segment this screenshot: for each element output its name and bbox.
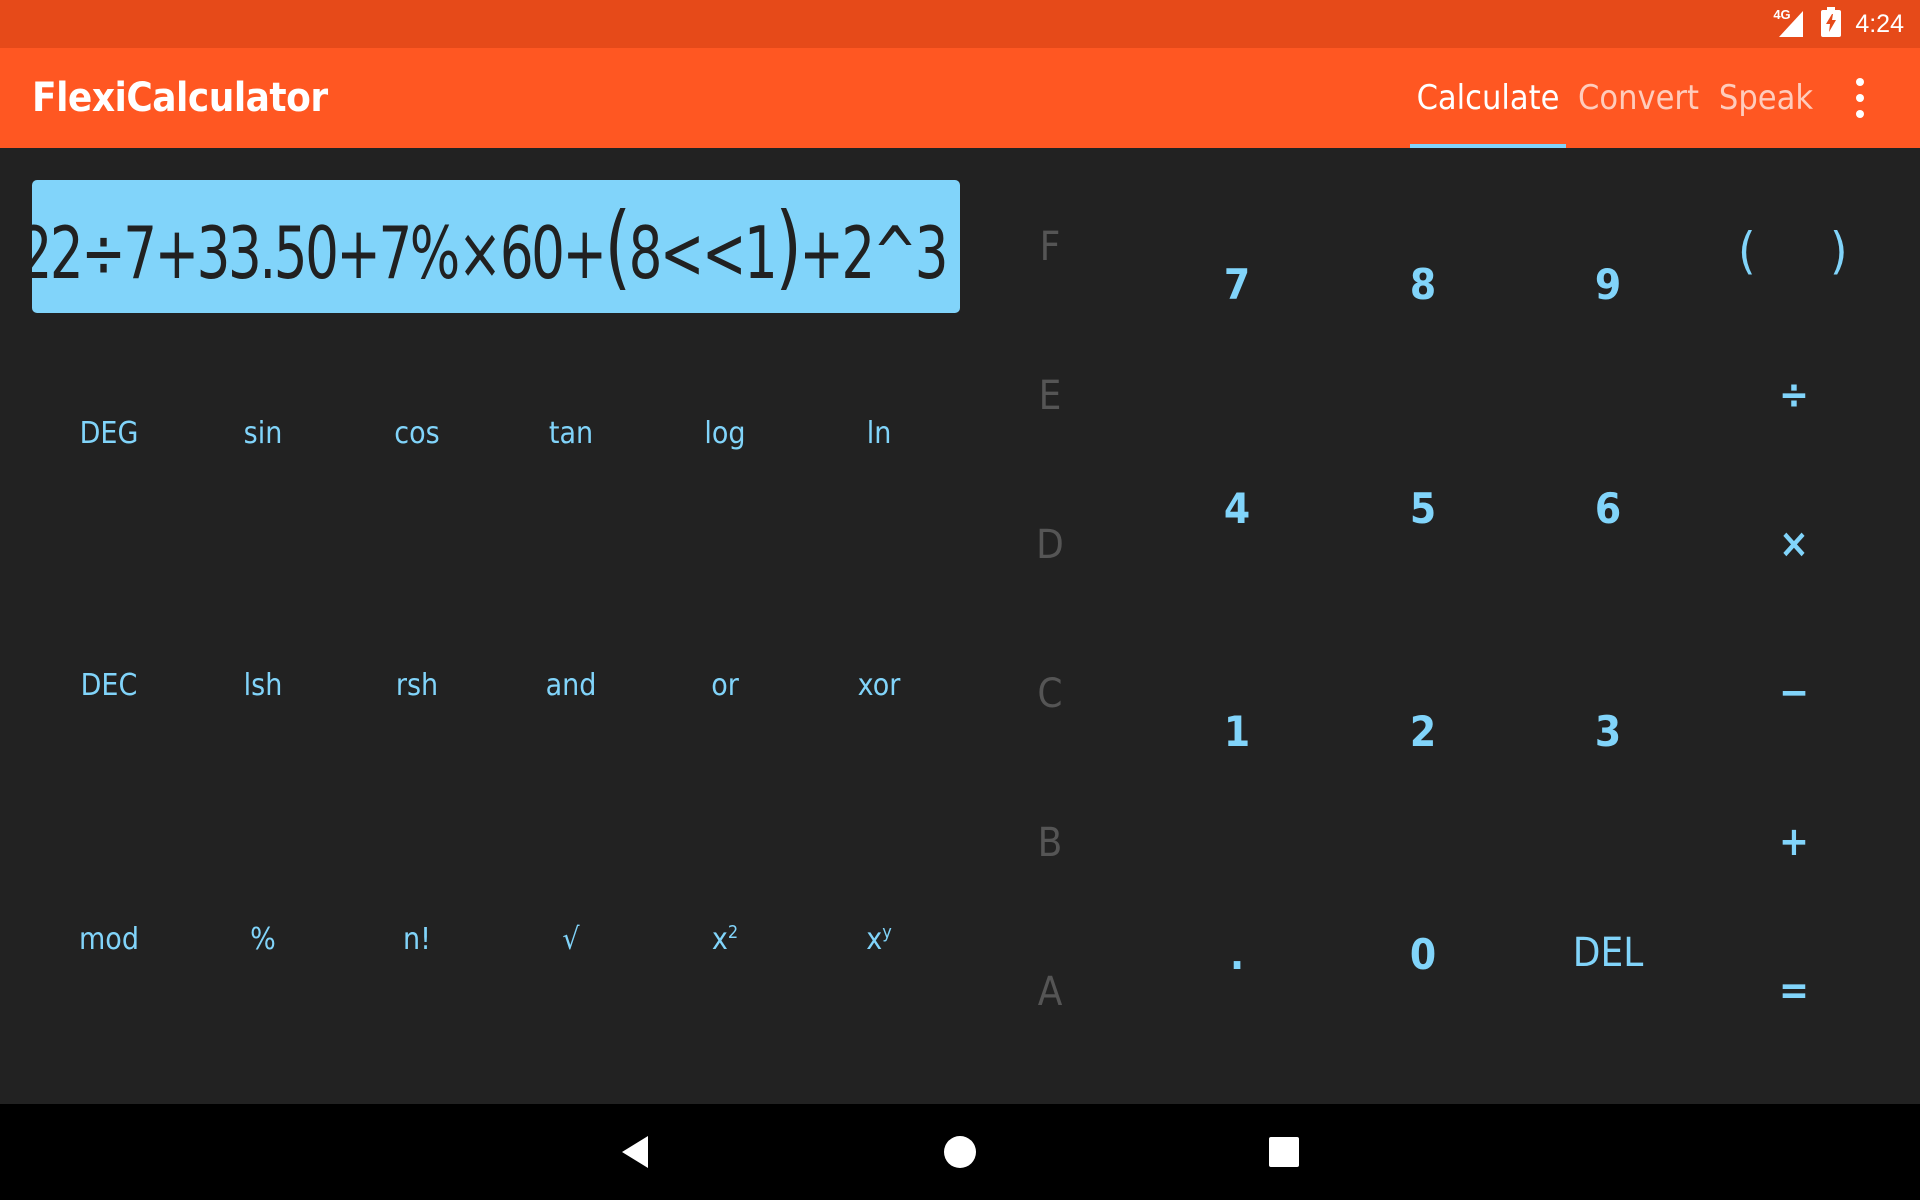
status-bar: 4G 4:24 bbox=[0, 0, 1920, 48]
percent-button[interactable]: % bbox=[186, 922, 340, 957]
square-button[interactable]: x2 bbox=[648, 922, 802, 957]
expression-part: 22÷7+33.50+7%×60+ bbox=[32, 211, 607, 295]
equals-button[interactable]: = bbox=[1734, 968, 1854, 1014]
digit-9-button[interactable]: 9 bbox=[1548, 260, 1668, 309]
cos-button[interactable]: cos bbox=[340, 416, 494, 451]
or-button[interactable]: or bbox=[648, 668, 802, 703]
digit-1-button[interactable]: 1 bbox=[1177, 707, 1297, 756]
hex-b-button[interactable]: B bbox=[1030, 820, 1070, 866]
deg-button[interactable]: DEG bbox=[32, 416, 186, 451]
navigation-bar bbox=[0, 1104, 1920, 1200]
digit-6-button[interactable]: 6 bbox=[1548, 484, 1668, 533]
power-button[interactable]: xy bbox=[802, 922, 956, 957]
expression-part: 8<<1 bbox=[628, 211, 777, 295]
more-vertical-icon[interactable] bbox=[1842, 72, 1878, 124]
digit-0-button[interactable]: 0 bbox=[1363, 930, 1483, 979]
digit-4-button[interactable]: 4 bbox=[1177, 484, 1297, 533]
square-base: x bbox=[711, 922, 728, 957]
expression-text: 22÷7+33.50+7%×60+(8<<1)+2^3 bbox=[32, 180, 948, 313]
mod-button[interactable]: mod bbox=[32, 922, 186, 957]
app-title: FlexiCalculator bbox=[32, 75, 328, 121]
ln-button[interactable]: ln bbox=[802, 416, 956, 451]
power-exponent: y bbox=[882, 922, 892, 943]
expression-open-paren: ( bbox=[604, 193, 631, 300]
sci-row-3: mod % n! √ x2 xy bbox=[32, 922, 960, 957]
lsh-button[interactable]: lsh bbox=[186, 668, 340, 703]
decimal-point-button[interactable]: . bbox=[1177, 930, 1297, 979]
tab-convert[interactable]: Convert bbox=[1578, 48, 1699, 148]
log-button[interactable]: log bbox=[648, 416, 802, 451]
expression-display[interactable]: 22÷7+33.50+7%×60+(8<<1)+2^3 bbox=[32, 180, 960, 313]
factorial-button[interactable]: n! bbox=[340, 922, 494, 957]
status-icons: 4G 4:24 bbox=[1773, 0, 1904, 48]
open-paren-button[interactable]: ( bbox=[1738, 222, 1756, 280]
rsh-button[interactable]: rsh bbox=[340, 668, 494, 703]
sci-row-2: DEC lsh rsh and or xor bbox=[32, 668, 960, 703]
divide-button[interactable]: ÷ bbox=[1734, 372, 1854, 418]
digit-2-button[interactable]: 2 bbox=[1363, 707, 1483, 756]
back-icon[interactable] bbox=[616, 1132, 656, 1172]
sci-row-1: DEG sin cos tan log ln bbox=[32, 416, 960, 451]
digit-8-button[interactable]: 8 bbox=[1363, 260, 1483, 309]
xor-button[interactable]: xor bbox=[802, 668, 956, 703]
tan-button[interactable]: tan bbox=[494, 416, 648, 451]
hex-e-button[interactable]: E bbox=[1030, 373, 1070, 419]
and-button[interactable]: and bbox=[494, 668, 648, 703]
home-icon[interactable] bbox=[940, 1132, 980, 1172]
square-exponent: 2 bbox=[727, 922, 739, 943]
digit-7-button[interactable]: 7 bbox=[1177, 260, 1297, 309]
dec-button[interactable]: DEC bbox=[32, 668, 186, 703]
active-tab-indicator bbox=[1410, 144, 1566, 148]
delete-button[interactable]: DEL bbox=[1548, 930, 1668, 976]
digit-5-button[interactable]: 5 bbox=[1363, 484, 1483, 533]
sqrt-button[interactable]: √ bbox=[494, 922, 648, 957]
power-base: x bbox=[866, 922, 883, 957]
minus-button[interactable]: − bbox=[1734, 670, 1854, 716]
tab-calculate[interactable]: Calculate bbox=[1410, 48, 1566, 148]
hex-c-button[interactable]: C bbox=[1030, 671, 1070, 717]
plus-button[interactable]: + bbox=[1734, 819, 1854, 865]
hex-d-button[interactable]: D bbox=[1030, 522, 1070, 568]
multiply-button[interactable]: × bbox=[1734, 521, 1854, 567]
digit-3-button[interactable]: 3 bbox=[1548, 707, 1668, 756]
recents-icon[interactable] bbox=[1264, 1132, 1304, 1172]
expression-close-paren: ) bbox=[775, 193, 802, 300]
sin-button[interactable]: sin bbox=[186, 416, 340, 451]
battery-charging-icon bbox=[1821, 7, 1842, 41]
app-bar: FlexiCalculator Calculate Convert Speak bbox=[0, 48, 1920, 148]
clock: 4:24 bbox=[1855, 9, 1904, 38]
expression-part: +2^3 bbox=[799, 211, 948, 295]
tab-speak[interactable]: Speak bbox=[1718, 48, 1814, 148]
hex-a-button[interactable]: A bbox=[1030, 969, 1070, 1015]
close-paren-button[interactable]: ) bbox=[1830, 222, 1848, 280]
signal-icon: 4G bbox=[1773, 7, 1807, 39]
hex-f-button[interactable]: F bbox=[1030, 224, 1070, 270]
